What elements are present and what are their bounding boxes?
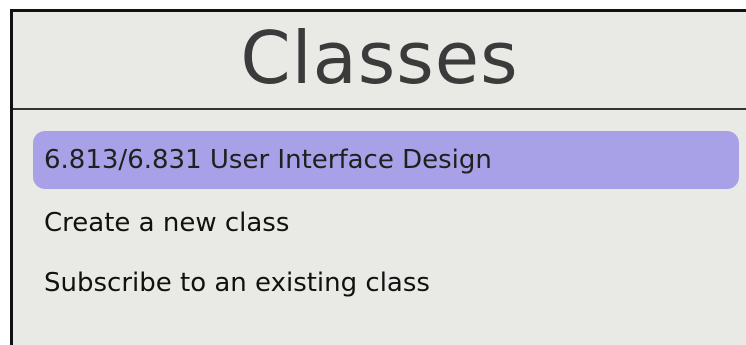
panel-header: Classes [13,12,746,110]
subscribe-class-link[interactable]: Subscribe to an existing class [13,253,746,313]
classes-panel: Classes 6.813/6.831 User Interface Desig… [10,9,746,345]
classes-list: 6.813/6.831 User Interface Design Create… [13,110,746,313]
create-class-link[interactable]: Create a new class [13,193,746,253]
class-item-6-813[interactable]: 6.813/6.831 User Interface Design [33,131,739,189]
page-title: Classes [240,16,519,100]
